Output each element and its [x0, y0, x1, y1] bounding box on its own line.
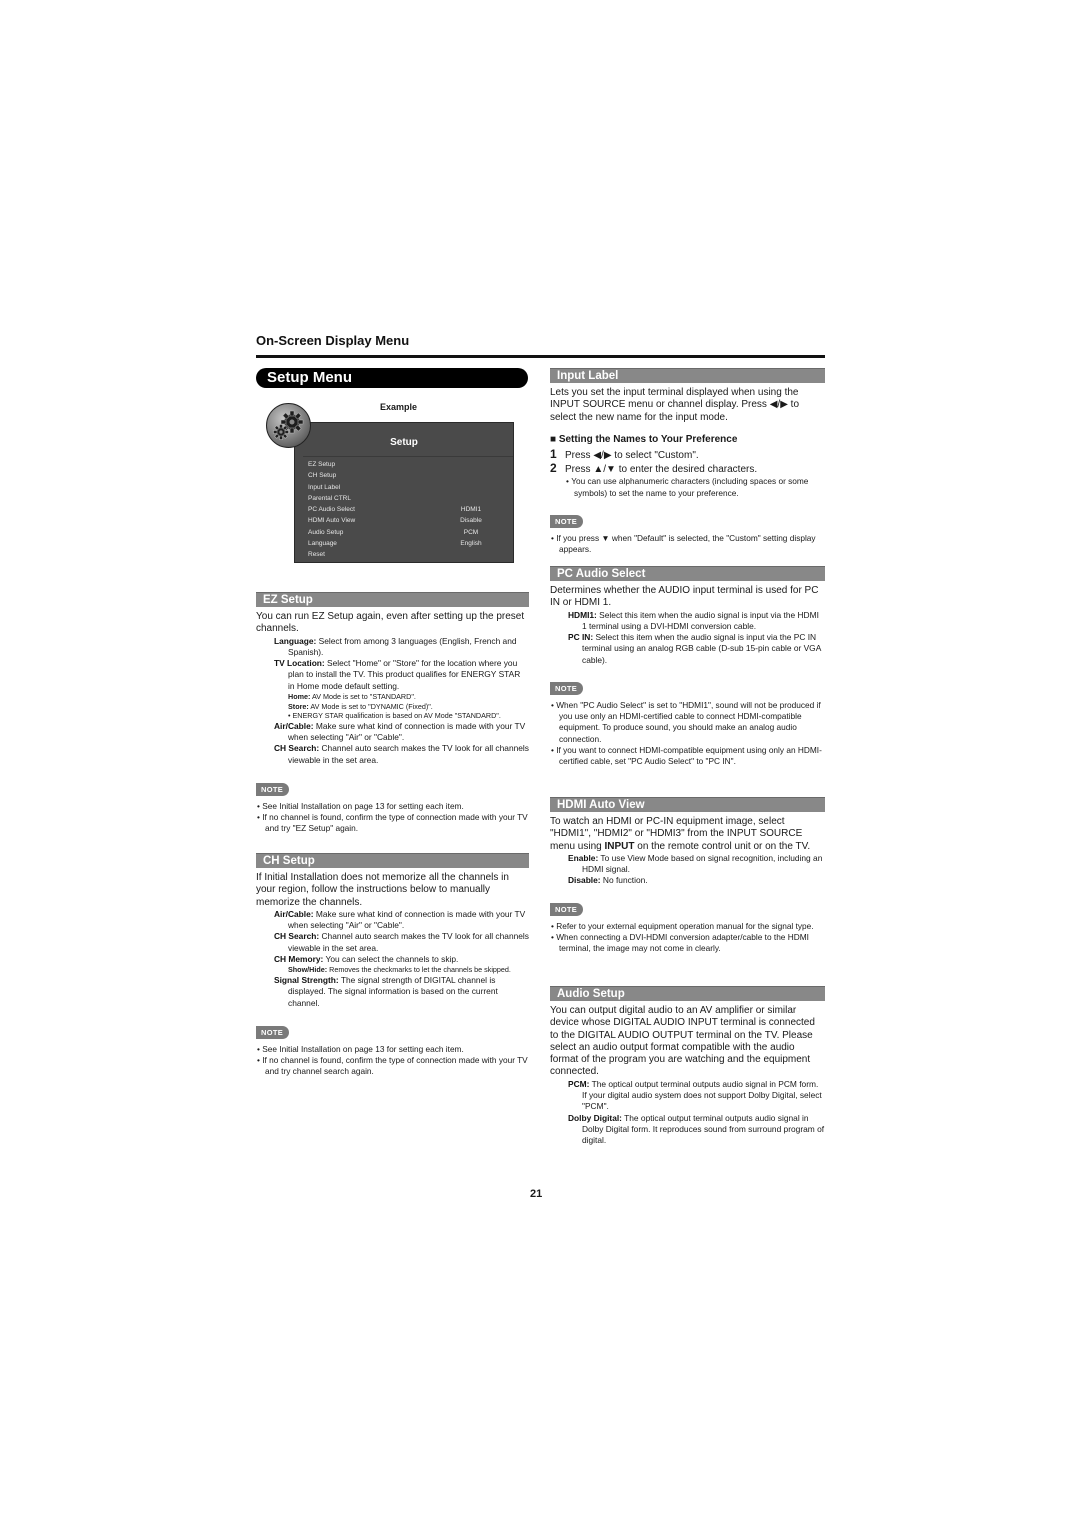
note-bullet: • If you press ▼ when "Default" is selec… [551, 532, 816, 555]
definition-item: HDMI1: Select this item when the audio s… [568, 609, 819, 631]
step-bullet: • You can use alphanumeric characters (i… [566, 476, 809, 498]
osd-row-value [446, 461, 496, 472]
gears-icon [266, 403, 311, 448]
sub-definition: Home: AV Mode is set to "STANDARD". [288, 692, 416, 702]
definition-item: PCM: The optical output terminal outputs… [568, 1078, 822, 1112]
subheading: ■ Setting the Names to Your Preference [550, 433, 738, 445]
ez-setup-section: EZ Setup You can run EZ Setup again, eve… [256, 592, 529, 835]
osd-row-label: Audio Setup [308, 528, 344, 536]
note-bullet: • See Initial Installation on page 13 fo… [257, 801, 464, 812]
osd-row: Input Label [308, 484, 508, 495]
osd-divider [303, 456, 513, 457]
osd-row: Reset [308, 551, 508, 562]
sub-bullet: • ENERGY STAR qualification is based on … [288, 711, 501, 721]
osd-row-value: English [460, 540, 482, 548]
osd-row-label: Language [308, 540, 337, 548]
note-badge: NOTE [550, 514, 584, 528]
definition-item: TV Location: Select "Home" or "Store" fo… [274, 658, 521, 691]
note-badge: NOTE [256, 783, 290, 797]
osd-row: Audio Setup PCM [308, 529, 508, 540]
note-bullet: • When "PC Audio Select" is set to "HDMI… [551, 700, 821, 744]
section-title: Audio Setup [550, 986, 825, 1001]
hdmi-auto-view-section: HDMI Auto View To watch an HDMI or PC-IN… [550, 797, 825, 954]
section-intro: You can output digital audio to an AV am… [550, 1005, 815, 1078]
osd-row-label: EZ Setup [308, 461, 336, 468]
note-bullet: • If no channel is found, confirm the ty… [257, 812, 528, 834]
note-badge: NOTE [256, 1025, 290, 1039]
note-badge: NOTE [550, 902, 584, 916]
left-right-arrows-icon: ◀/▶ [769, 399, 788, 411]
sub-definition: Show/Hide: Removes the checkmarks to let… [288, 965, 511, 975]
audio-setup-section: Audio Setup You can output digital audio… [550, 986, 825, 1147]
pc-audio-select-section: PC Audio Select Determines whether the A… [550, 566, 825, 767]
osd-row-value: HDMI1 [460, 506, 482, 514]
definition-item: Dolby Digital: The optical output termin… [568, 1112, 825, 1146]
osd-title: Setup [390, 437, 418, 448]
page-header: On-Screen Display Menu [256, 333, 410, 348]
definition-item: CH Memory: You can select the channels t… [274, 954, 459, 965]
step-item: 1 Press ◀/▶ to select "Custom". [550, 446, 699, 461]
section-title: PC Audio Select [550, 566, 825, 581]
definition-item: CH Search: Channel auto search makes the… [274, 743, 529, 765]
note-bullet: • Refer to your external equipment opera… [551, 920, 814, 931]
osd-row: HDMI Auto View Disable [308, 517, 508, 528]
square-bullet-icon: ■ [550, 433, 557, 445]
definition-item: Air/Cable: Make sure what kind of connec… [274, 720, 526, 743]
section-intro: Lets you set the input terminal displaye… [550, 387, 800, 423]
osd-row-label: CH Setup [308, 472, 337, 480]
header-rule [256, 355, 825, 358]
section-intro: You can run EZ Setup again, even after s… [256, 611, 525, 635]
osd-row: PC Audio Select HDMI1 [308, 506, 508, 517]
page-number: 21 [530, 1188, 543, 1200]
example-label: Example [380, 402, 418, 412]
setup-menu-title: Setup Menu [256, 368, 528, 388]
osd-row-value [446, 472, 496, 483]
note-bullet: • If you want to connect HDMI-compatible… [551, 744, 822, 767]
left-right-arrows-icon: ◀/▶ [593, 449, 612, 461]
note-bullet: • See Initial Installation on page 13 fo… [257, 1043, 464, 1054]
definition-item: Enable: To use View Mode based on signal… [568, 852, 823, 875]
osd-row-label: PC Audio Select [308, 506, 355, 514]
section-title: Input Label [550, 368, 825, 383]
osd-row-label: Parental CTRL [308, 494, 351, 502]
osd-row-label: Reset [308, 551, 325, 559]
osd-row-value: Disable [460, 517, 482, 525]
step-item: 2 Press ▲/▼ to enter the desired characte… [550, 461, 758, 476]
osd-menu-list: EZ Setup CH Setup Input Label Parental C… [308, 461, 508, 563]
sub-definition: Store: AV Mode is set to "DYNAMIC (Fixed… [288, 701, 433, 711]
ch-setup-section: CH Setup If Initial Installation does no… [256, 853, 529, 1077]
osd-row: Language English [308, 540, 508, 551]
osd-row: CH Setup [308, 472, 508, 483]
input-label-section: Input Label Lets you set the input termi… [550, 368, 825, 555]
section-title: HDMI Auto View [550, 797, 825, 812]
osd-row-label: Input Label [308, 483, 341, 491]
osd-row-value [446, 484, 496, 495]
section-intro: If Initial Installation does not memoriz… [256, 872, 509, 908]
note-badge: NOTE [550, 682, 584, 696]
definition-item: Air/Cable: Make sure what kind of connec… [274, 908, 526, 931]
section-title: EZ Setup [256, 592, 529, 607]
osd-row-label: HDMI Auto View [308, 517, 356, 525]
note-bullet: • If no channel is found, confirm the ty… [257, 1055, 528, 1077]
osd-row-value: PCM [463, 528, 479, 536]
definition-item: Signal Strength: The signal strength of … [274, 974, 498, 1008]
section-intro: To watch an HDMI or PC-IN equipment imag… [550, 816, 811, 852]
osd-row: EZ Setup [308, 461, 508, 472]
definition-item: PC IN: Select this item when the audio s… [568, 632, 821, 665]
note-bullet: • When connecting a DVI-HDMI conversion … [551, 931, 809, 954]
osd-row: Parental CTRL [308, 495, 508, 506]
osd-row-value [446, 551, 496, 562]
definition-item: CH Search: Channel auto search makes the… [274, 931, 529, 953]
section-intro: Determines whether the AUDIO input termi… [550, 585, 819, 609]
up-down-arrows-icon: ▲/▼ [593, 464, 616, 476]
definition-item: Language: Select from among 3 languages … [274, 635, 517, 657]
osd-example: Setup EZ Setup CH Setup Input Label Pare… [294, 422, 514, 563]
section-title: CH Setup [256, 853, 529, 868]
osd-row-value [446, 495, 496, 506]
definition-item: Disable: No function. [568, 875, 648, 886]
